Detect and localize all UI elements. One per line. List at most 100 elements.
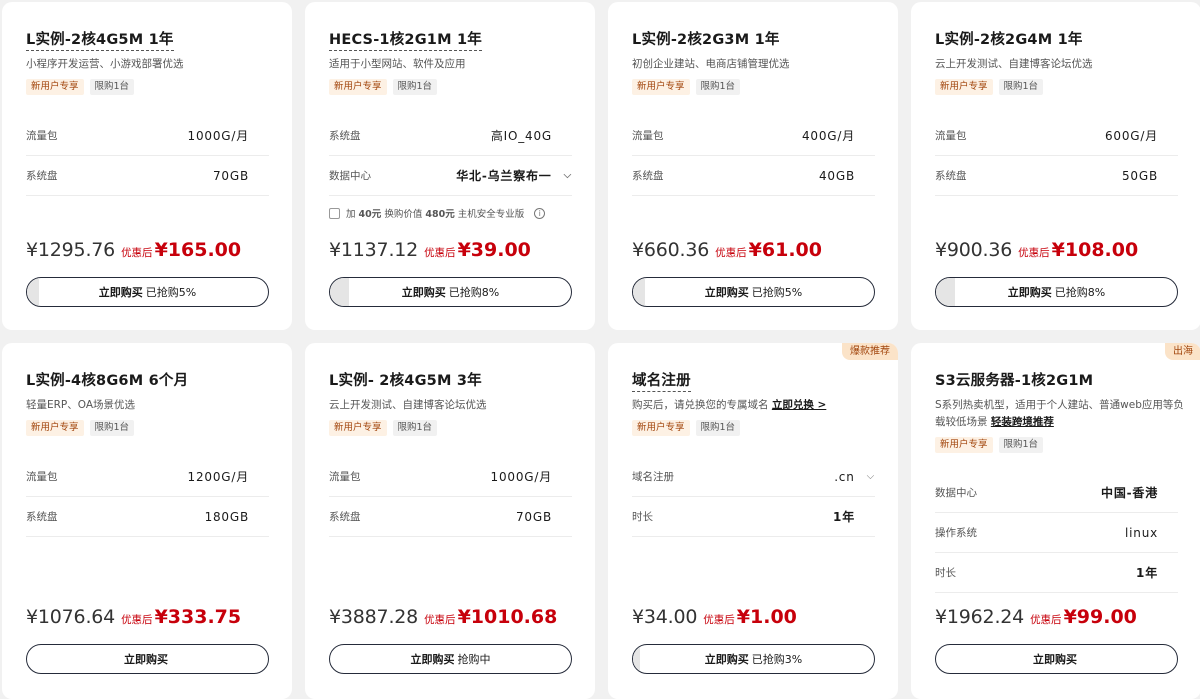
spec-value: 400G/月 <box>801 129 855 143</box>
datacenter-select[interactable]: 数据中心 华北-乌兰察布一 ⌵ <box>329 156 572 196</box>
spec-label: 时长 <box>632 511 653 523</box>
discount-label: 优惠后 <box>424 614 456 626</box>
spec-value: 1200G/月 <box>187 470 249 484</box>
spec-row-traffic: 流量包 600G/月 <box>935 116 1178 156</box>
buy-status: 已抢购5% <box>751 286 803 299</box>
buy-status: 抢购中 <box>457 653 491 666</box>
product-card-l-2c4g5m-1y: L实例-2核4G5M 1年 小程序开发运营、小游戏部署优选 新用户专享 限购1台… <box>2 2 292 330</box>
purchase-limit-tag: 限购1台 <box>89 79 135 95</box>
purchase-limit-tag: 限购1台 <box>392 79 438 95</box>
tag-group: 新用户专享 限购1台 <box>935 79 1044 95</box>
spec-value: linux <box>1125 525 1158 540</box>
spec-row-disk: 系统盘 70GB <box>26 156 269 196</box>
purchase-limit-tag: 限购1台 <box>695 420 741 436</box>
product-card-l-2c2g3m-1y: L实例-2核2G3M 1年 初创企业建站、电商店铺管理优选 新用户专享 限购1台… <box>608 2 898 330</box>
spec-value: 1000G/月 <box>490 470 552 484</box>
product-desc: 云上开发测试、自建博客论坛优选 <box>329 399 487 411</box>
product-card-hecs-1c2g1m-1y: HECS-1核2G1M 1年 适用于小型网站、软件及应用 新用户专享 限购1台 … <box>305 2 595 330</box>
spec-label: 域名注册 <box>632 471 674 483</box>
spec-value: 70GB <box>212 168 249 183</box>
desc-text: 购买后，请兑换您的专属域名 <box>632 399 769 411</box>
spec-row-traffic: 流量包 1000G/月 <box>26 116 269 156</box>
spec-label: 系统盘 <box>329 130 361 142</box>
purchase-limit-tag: 限购1台 <box>695 79 741 95</box>
addon-text: 加 <box>346 209 356 220</box>
discount-price: ¥1010.68 <box>457 606 558 628</box>
price-block: ¥1295.76 优惠后 ¥165.00 <box>26 239 241 261</box>
price-block: ¥34.00 优惠后 ¥1.00 <box>632 606 797 628</box>
info-icon[interactable]: i <box>534 207 546 219</box>
spec-row-duration: 时长 1年 <box>935 553 1178 593</box>
tag-group: 新用户专享 限购1台 <box>26 420 135 436</box>
spec-value: 180GB <box>204 509 249 524</box>
new-user-tag: 新用户专享 <box>26 79 84 95</box>
spec-value: 40GB <box>818 168 855 183</box>
price-block: ¥660.36 优惠后 ¥61.00 <box>632 239 822 261</box>
addon-offer: 加 40元 换购价值 480元 主机安全专业版 i <box>329 206 546 220</box>
product-title[interactable]: HECS-1核2G1M 1年 <box>329 28 482 51</box>
buy-now-button[interactable]: 立即购买 抢购中 <box>329 644 572 674</box>
spec-row-os: 操作系统 linux <box>935 513 1178 553</box>
domain-suffix-select[interactable]: 域名注册 .cn ⌵ <box>632 457 875 497</box>
price-block: ¥1137.12 优惠后 ¥39.00 <box>329 239 531 261</box>
buy-now-button[interactable]: 立即购买 已抢购5% <box>26 277 269 307</box>
buy-now-button[interactable]: 立即购买 已抢购5% <box>632 277 875 307</box>
new-user-tag: 新用户专享 <box>329 79 387 95</box>
original-price: ¥1137.12 <box>329 239 419 261</box>
product-title[interactable]: L实例-2核4G5M 1年 <box>26 28 174 51</box>
discount-price: ¥333.75 <box>154 606 242 628</box>
discount-label: 优惠后 <box>121 247 153 259</box>
cross-border-link[interactable]: 轻装跨境推荐 <box>991 416 1054 428</box>
product-title: L实例-4核8G6M 6个月 <box>26 373 189 389</box>
spec-label: 操作系统 <box>935 527 977 539</box>
price-block: ¥900.36 优惠后 ¥108.00 <box>935 239 1138 261</box>
discount-label: 优惠后 <box>715 247 747 259</box>
spec-value: 中国-香港 <box>1101 486 1158 500</box>
addon-text: 主机安全专业版 <box>457 209 525 220</box>
discount-label: 优惠后 <box>703 614 735 626</box>
buy-now-button[interactable]: 立即购买 已抢购3% <box>632 644 875 674</box>
buy-now-button[interactable]: 立即购买 已抢购8% <box>935 277 1178 307</box>
buy-now-button[interactable]: 立即购买 <box>26 644 269 674</box>
buy-label: 立即购买 <box>401 286 446 299</box>
chevron-down-icon: ⌵ <box>866 471 875 482</box>
product-desc: 购买后，请兑换您的专属域名 立即兑换 > <box>632 397 882 414</box>
discount-label: 优惠后 <box>424 247 456 259</box>
product-desc: 小程序开发运营、小游戏部署优选 <box>26 58 184 70</box>
original-price: ¥1295.76 <box>26 239 116 261</box>
buy-now-button[interactable]: 立即购买 <box>935 644 1178 674</box>
product-title: L实例-2核2G3M 1年 <box>632 32 780 48</box>
new-user-tag: 新用户专享 <box>632 420 690 436</box>
spec-label: 系统盘 <box>632 170 664 182</box>
spec-label: 时长 <box>935 567 956 579</box>
spec-row-traffic: 流量包 1200G/月 <box>26 457 269 497</box>
product-title[interactable]: 域名注册 <box>632 369 691 392</box>
tag-group: 新用户专享 限购1台 <box>935 437 1044 453</box>
buy-status: 已抢购8% <box>1054 286 1106 299</box>
buy-status: 已抢购5% <box>145 286 197 299</box>
addon-checkbox[interactable] <box>329 207 340 219</box>
original-price: ¥1076.64 <box>26 606 116 628</box>
spec-row-disk: 系统盘 180GB <box>26 497 269 537</box>
redeem-link[interactable]: 立即兑换 > <box>772 399 826 411</box>
original-price: ¥34.00 <box>632 606 698 628</box>
original-price: ¥900.36 <box>935 239 1013 261</box>
original-price: ¥1962.24 <box>935 606 1025 628</box>
chevron-down-icon: ⌵ <box>563 170 572 181</box>
buy-label: 立即购买 <box>98 286 143 299</box>
new-user-tag: 新用户专享 <box>935 79 993 95</box>
new-user-tag: 新用户专享 <box>26 420 84 436</box>
spec-row-duration: 时长 1年 <box>632 497 875 537</box>
spec-label: 系统盘 <box>26 511 58 523</box>
spec-value: 1年 <box>1136 566 1158 580</box>
spec-value: 70GB <box>515 509 552 524</box>
price-block: ¥1076.64 优惠后 ¥333.75 <box>26 606 241 628</box>
purchase-limit-tag: 限购1台 <box>998 79 1044 95</box>
spec-label: 流量包 <box>26 471 58 483</box>
new-user-tag: 新用户专享 <box>935 437 993 453</box>
new-user-tag: 新用户专享 <box>632 79 690 95</box>
spec-row-disk: 系统盘 40GB <box>632 156 875 196</box>
product-card-l-2c2g4m-1y: L实例-2核2G4M 1年 云上开发测试、自建博客论坛优选 新用户专享 限购1台… <box>911 2 1200 330</box>
product-card-domain-registration: 爆款推荐 域名注册 购买后，请兑换您的专属域名 立即兑换 > 新用户专享 限购1… <box>608 343 898 699</box>
buy-now-button[interactable]: 立即购买 已抢购8% <box>329 277 572 307</box>
